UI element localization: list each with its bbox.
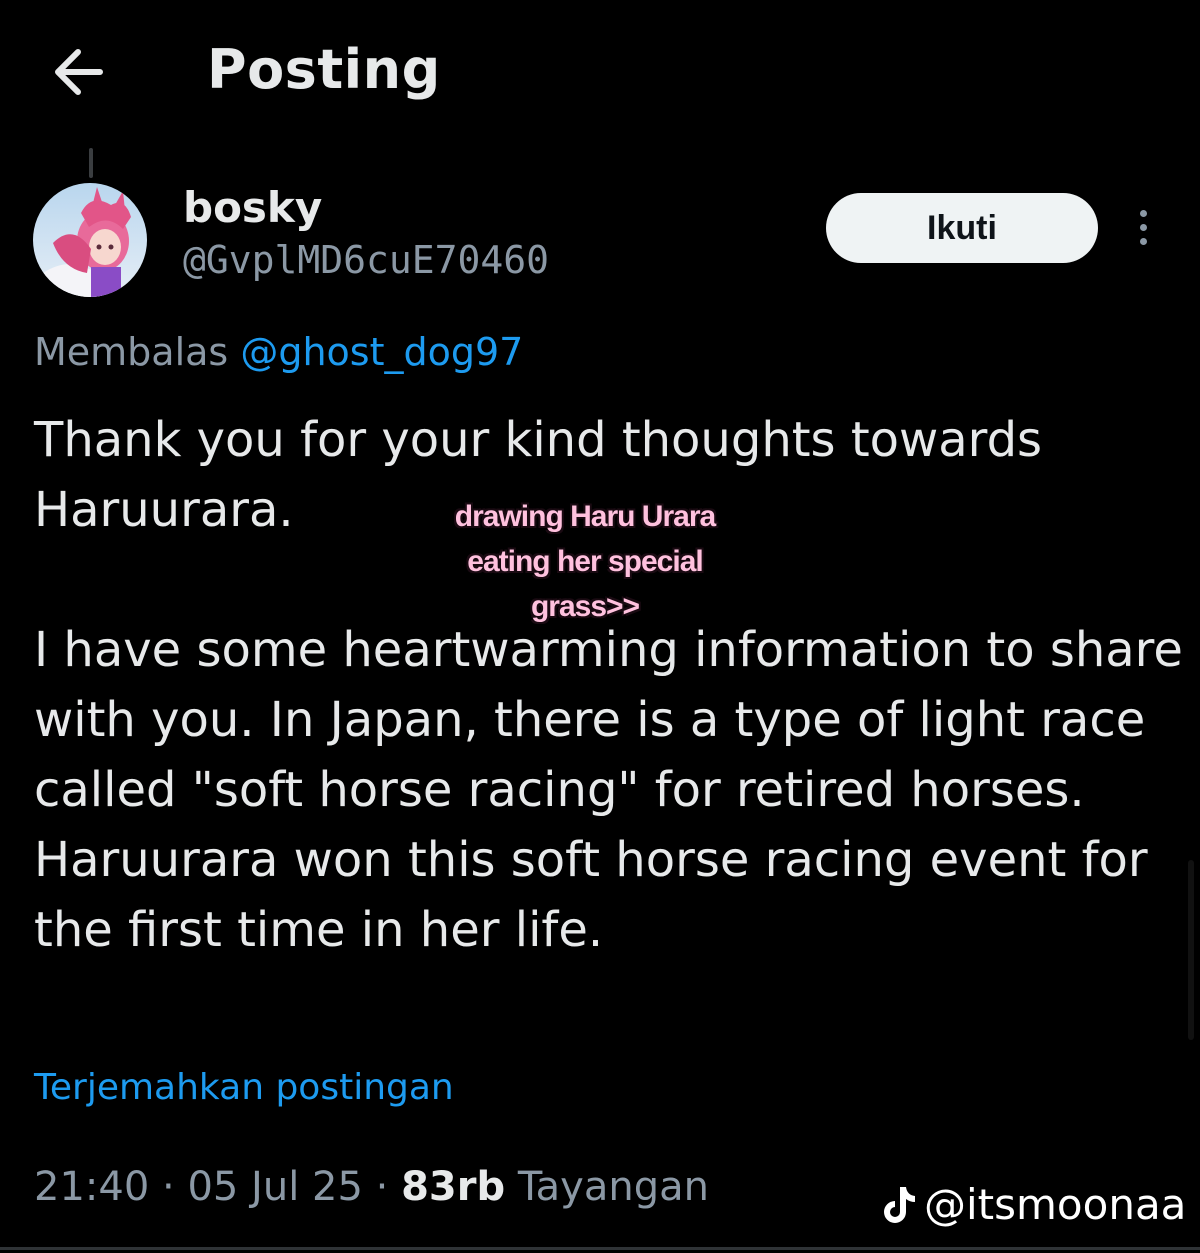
post-time: 21:40 [34,1164,150,1210]
author-handle[interactable]: @GvplMD6cuE70460 [183,238,549,282]
divider [0,1247,1200,1250]
tweet-body: Thank you for your kind thoughts towards… [34,405,1184,965]
thread-connector-line [89,148,93,178]
post-metadata: 21:40 · 05 Jul 25 · 83rb Tayangan [34,1164,709,1210]
caption-line: grass>> [530,590,640,623]
arrow-left-icon [55,49,103,95]
avatar-image [33,183,147,297]
caption-line: drawing Haru Urara [454,500,716,533]
post-date: 05 Jul 25 [187,1164,363,1210]
separator-dot: · [162,1164,188,1210]
more-options-button[interactable] [1128,206,1158,252]
tweet-paragraph: Haruurara won this soft horse racing eve… [34,832,1148,958]
views-count: 83rb [401,1164,506,1210]
follow-button[interactable]: Ikuti [826,193,1098,263]
replying-to-label: Membalas [34,330,229,374]
caption-line: eating her special [467,545,703,578]
tiktok-watermark: @itsmoonaa [878,1180,1186,1229]
avatar[interactable] [33,183,147,297]
tiktok-icon [884,1186,915,1223]
replying-to: Membalas @ghost_dog97 [34,330,523,374]
author-display-name[interactable]: bosky [183,183,322,232]
replying-to-mention-link[interactable]: @ghost_dog97 [240,330,523,374]
page-title: Posting [207,38,441,101]
video-caption-overlay: drawing Haru Urara eating her special gr… [420,494,750,629]
watermark-username: @itsmoonaa [924,1180,1187,1229]
scrollbar[interactable] [1188,860,1194,1040]
top-bar: Posting [0,0,1200,140]
separator-dot: · [375,1164,402,1210]
translate-post-link[interactable]: Terjemahkan postingan [34,1067,454,1108]
back-button[interactable] [48,40,112,104]
tweet-paragraph: I have some heartwarming information to … [34,622,1183,818]
views-label: Tayangan [517,1164,709,1210]
more-vertical-icon [1128,210,1158,245]
